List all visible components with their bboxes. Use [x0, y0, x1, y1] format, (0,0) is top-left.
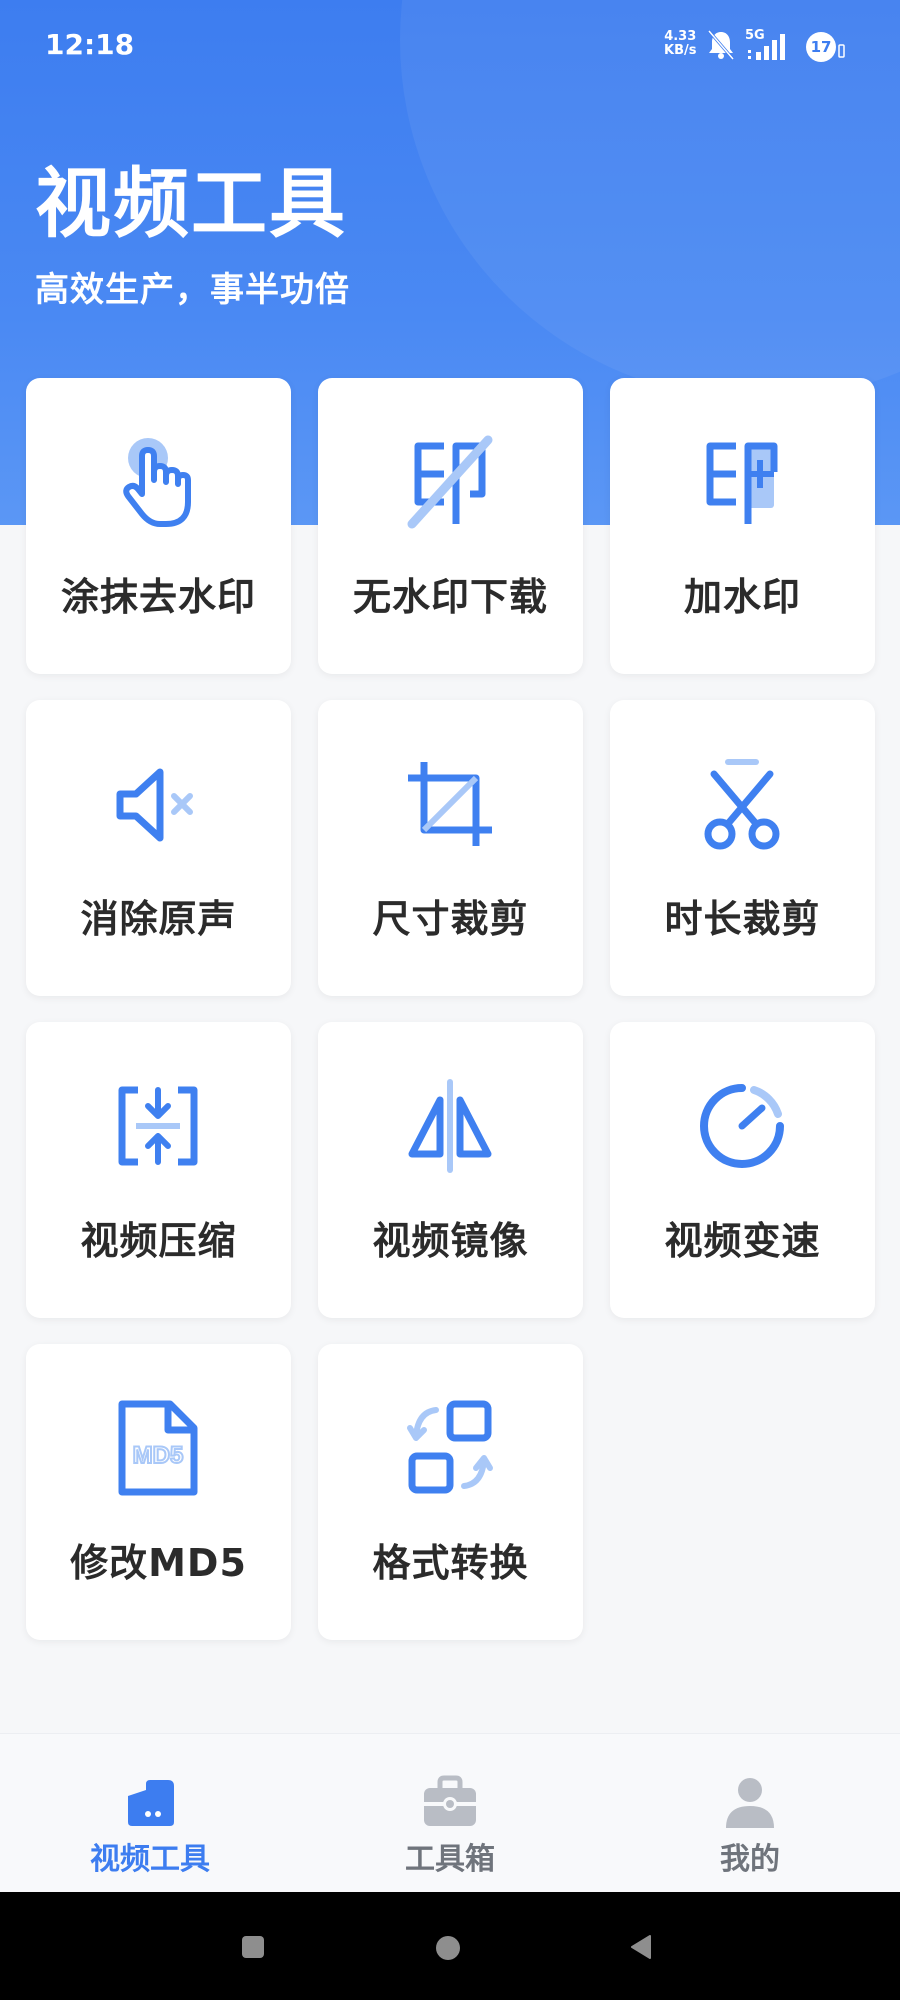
nav-label: 视频工具	[90, 1842, 210, 1877]
network-speed: 4.33 KB/s	[664, 30, 696, 58]
tool-label: 加水印	[683, 575, 801, 619]
page-title: 视频工具	[35, 159, 347, 248]
status-bar: 12:18 4.33 KB/s 5G 17	[0, 0, 900, 90]
tool-card-modify-md5[interactable]: MD5 修改MD5	[26, 1344, 291, 1640]
tool-label: 视频镜像	[372, 1219, 529, 1263]
mute-icon	[116, 768, 193, 842]
person-icon	[726, 1778, 774, 1828]
back-icon[interactable]	[628, 1934, 654, 1960]
nav-item-video-tools[interactable]: 视频工具	[0, 1734, 300, 1893]
nav-item-profile[interactable]: 我的	[600, 1734, 900, 1893]
network-speed-unit: KB/s	[664, 43, 697, 58]
speed-gauge-icon	[700, 1084, 784, 1168]
status-time: 12:18	[45, 28, 135, 61]
video-camera-icon	[128, 1780, 174, 1826]
tool-card-size-crop[interactable]: 尺寸裁剪	[318, 700, 583, 996]
tool-card-no-watermark-download[interactable]: 无水印下载	[318, 378, 583, 674]
tool-card-video-speed[interactable]: 视频变速	[610, 1022, 875, 1318]
page-subtitle: 高效生产，事半功倍	[35, 270, 350, 310]
compress-icon	[118, 1086, 198, 1166]
scissors-icon	[704, 759, 780, 850]
tool-label: 修改MD5	[70, 1541, 247, 1585]
no-watermark-icon	[407, 435, 493, 529]
tool-card-add-watermark[interactable]: 加水印	[610, 378, 875, 674]
tool-label: 时长裁剪	[664, 897, 821, 941]
nav-item-toolbox[interactable]: 工具箱	[300, 1734, 600, 1893]
home-icon[interactable]	[434, 1934, 462, 1962]
tool-label: 视频变速	[664, 1219, 821, 1263]
signal-icon	[748, 34, 785, 60]
crop-icon	[408, 762, 492, 846]
tool-label: 消除原声	[80, 897, 237, 941]
tool-card-smear-watermark[interactable]: 涂抹去水印	[26, 378, 291, 674]
bell-muted-icon	[707, 30, 735, 60]
md5-file-icon: MD5	[118, 1400, 198, 1496]
tool-card-remove-audio[interactable]: 消除原声	[26, 700, 291, 996]
add-watermark-icon	[706, 442, 778, 524]
network-speed-value: 4.33	[664, 29, 697, 44]
tool-label: 尺寸裁剪	[372, 897, 529, 941]
tap-hand-icon	[123, 438, 191, 527]
recent-apps-icon[interactable]	[240, 1934, 266, 1960]
tool-card-video-compress[interactable]: 视频压缩	[26, 1022, 291, 1318]
tool-card-duration-cut[interactable]: 时长裁剪	[610, 700, 875, 996]
convert-icon	[407, 1400, 493, 1494]
system-nav-bar	[0, 1892, 900, 2000]
tool-label: 视频压缩	[80, 1219, 237, 1263]
tool-label: 格式转换	[372, 1541, 529, 1585]
tool-card-format-convert[interactable]: 格式转换	[318, 1344, 583, 1640]
battery-icon	[838, 44, 845, 58]
tool-card-video-mirror[interactable]: 视频镜像	[318, 1022, 583, 1318]
mirror-icon	[408, 1079, 492, 1173]
tool-label: 无水印下载	[352, 575, 548, 619]
bottom-nav: 视频工具 工具箱 我的	[0, 1733, 900, 1893]
tool-label: 涂抹去水印	[60, 575, 256, 619]
svg-text:MD5: MD5	[133, 1442, 184, 1469]
notification-badge: 17	[806, 32, 836, 62]
nav-label: 我的	[720, 1842, 780, 1877]
toolbox-icon	[424, 1775, 476, 1826]
video-tools-screen: 12:18 4.33 KB/s 5G 17 视频工具 高效生产，事半功倍 涂抹去…	[0, 0, 900, 2000]
nav-label: 工具箱	[405, 1842, 495, 1877]
